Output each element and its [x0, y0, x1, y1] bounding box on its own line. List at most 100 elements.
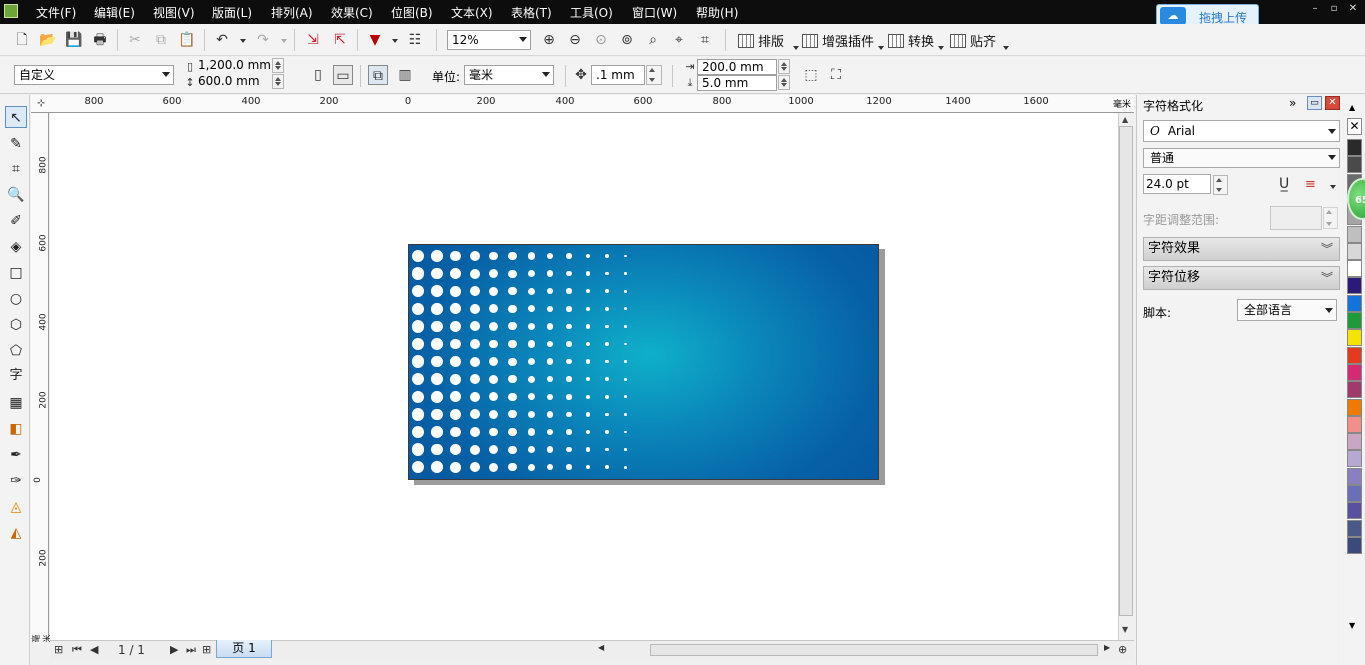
- text-color-icon[interactable]: ≡: [1305, 177, 1316, 192]
- last-page-icon[interactable]: ⏭: [186, 643, 196, 657]
- zoom-selected-icon[interactable]: ⊙: [591, 30, 611, 50]
- zoom-level-select[interactable]: 12%: [447, 30, 531, 50]
- basic-shapes-icon[interactable]: ⬠: [5, 340, 27, 362]
- color-swatch[interactable]: [1347, 381, 1362, 399]
- launcher-dropdown-icon[interactable]: [392, 39, 398, 43]
- undo-icon[interactable]: ↶: [212, 30, 232, 50]
- document-page[interactable]: [408, 244, 879, 480]
- minimize-icon[interactable]: –: [1308, 3, 1322, 15]
- ruler-origin-icon[interactable]: ⊹: [37, 98, 45, 109]
- menu-table[interactable]: 表格(T): [511, 4, 552, 21]
- zoom-all-icon[interactable]: ⊚: [617, 30, 637, 50]
- zoom-page-icon[interactable]: ⌕: [643, 30, 663, 50]
- import-icon[interactable]: ⇲: [303, 30, 323, 50]
- paste-icon[interactable]: 📋: [177, 30, 197, 50]
- table-tool-icon[interactable]: ▦: [5, 392, 27, 414]
- duplicate-y-field[interactable]: 5.0 mm: [697, 75, 777, 91]
- menu-arrange[interactable]: 排列(A): [271, 4, 313, 21]
- freehand-tool-icon[interactable]: ✐: [5, 210, 27, 232]
- color-swatch[interactable]: [1347, 329, 1362, 347]
- fill-tool-icon[interactable]: ◬: [5, 496, 27, 518]
- zoom-tool-icon[interactable]: 🔍: [5, 184, 27, 206]
- underline-icon[interactable]: U̲: [1279, 176, 1289, 192]
- character-shift-section[interactable]: 字符位移 ︾: [1143, 266, 1340, 290]
- docker-close-icon[interactable]: ✕: [1325, 96, 1340, 110]
- scroll-right-icon[interactable]: ▶: [1104, 643, 1110, 652]
- duplicate-x-field[interactable]: 200.0 mm: [697, 59, 777, 75]
- polygon-tool-icon[interactable]: ⬡: [5, 314, 27, 336]
- current-page-icon[interactable]: ▥: [395, 65, 415, 85]
- width-spinner[interactable]: [272, 58, 284, 73]
- close-icon[interactable]: ✕: [1346, 3, 1360, 15]
- color-swatch[interactable]: [1347, 398, 1362, 416]
- text-tool-icon[interactable]: 字: [5, 365, 27, 387]
- unit-select[interactable]: 毫米: [464, 65, 554, 85]
- color-swatch[interactable]: [1347, 242, 1362, 260]
- next-page-icon[interactable]: ▶: [170, 643, 178, 656]
- color-swatch[interactable]: [1347, 536, 1362, 554]
- duplicate-x-spinner[interactable]: [778, 59, 790, 74]
- ellipse-tool-icon[interactable]: ○: [5, 288, 27, 310]
- color-swatch[interactable]: [1347, 519, 1362, 537]
- app-launcher-icon[interactable]: ▼: [365, 30, 385, 50]
- navigator-zoom-icon[interactable]: ⊕: [1118, 643, 1127, 656]
- new-document-icon[interactable]: 🗋: [12, 30, 32, 50]
- font-size-field[interactable]: 24.0 pt: [1143, 174, 1211, 194]
- menu-edit[interactable]: 编辑(E): [94, 4, 135, 21]
- zoom-height-icon[interactable]: ⌗: [695, 30, 715, 50]
- color-swatch[interactable]: [1347, 346, 1362, 364]
- color-swatch[interactable]: [1347, 450, 1362, 468]
- snap-dropdown-icon[interactable]: [1003, 46, 1009, 50]
- color-swatch[interactable]: [1347, 415, 1362, 433]
- kerning-spinner[interactable]: [1323, 207, 1338, 229]
- export-icon[interactable]: ⇱: [330, 30, 350, 50]
- interactive-blend-icon[interactable]: ◧: [5, 418, 27, 440]
- first-page-icon[interactable]: ⏮: [72, 643, 82, 657]
- page-height-field[interactable]: 600.0 mm: [194, 74, 270, 90]
- zoom-width-icon[interactable]: ⌖: [669, 30, 689, 50]
- landscape-icon[interactable]: ▭: [333, 65, 353, 85]
- menu-bitmaps[interactable]: 位图(B): [391, 4, 433, 21]
- no-fill-swatch[interactable]: ✕: [1347, 118, 1362, 135]
- shape-tool-icon[interactable]: ✎: [5, 133, 27, 155]
- zoom-in-icon[interactable]: ⊕: [539, 30, 559, 50]
- pick-tool-icon[interactable]: ↖: [5, 106, 27, 128]
- scroll-left-icon[interactable]: ◀: [598, 643, 604, 652]
- menu-help[interactable]: 帮助(H): [696, 4, 738, 21]
- docker-expand-icon[interactable]: »: [1289, 96, 1296, 110]
- scroll-up-icon[interactable]: ▲: [1122, 115, 1128, 124]
- page-tab[interactable]: 页 1: [216, 640, 272, 658]
- menu-text[interactable]: 文本(X): [451, 4, 493, 21]
- text-color-dropdown-icon[interactable]: [1330, 185, 1336, 189]
- color-swatch[interactable]: [1347, 260, 1362, 278]
- height-spinner[interactable]: [272, 74, 284, 89]
- color-swatch[interactable]: [1347, 156, 1362, 174]
- character-effects-section[interactable]: 字符效果 ︾: [1143, 237, 1340, 261]
- kerning-field[interactable]: [1270, 206, 1322, 230]
- portrait-icon[interactable]: ▯: [308, 65, 328, 85]
- undo-dropdown-icon[interactable]: [240, 39, 246, 43]
- save-icon[interactable]: 💾: [64, 30, 84, 50]
- vertical-ruler[interactable]: 800 600 400 200 0 200 毫米: [31, 113, 52, 643]
- plugin-button[interactable]: 增强插件: [802, 31, 874, 50]
- menu-window[interactable]: 窗口(W): [632, 4, 677, 21]
- menu-tools[interactable]: 工具(O): [570, 4, 613, 21]
- add-page-after-icon[interactable]: ⊞: [202, 643, 211, 656]
- nudge-spinner[interactable]: [646, 65, 662, 85]
- cut-icon[interactable]: ✂: [125, 30, 145, 50]
- smart-fill-icon[interactable]: ◈: [5, 236, 27, 258]
- color-swatch[interactable]: [1347, 433, 1362, 451]
- welcome-screen-icon[interactable]: ☷: [405, 30, 425, 50]
- menu-layout[interactable]: 版面(L): [212, 4, 252, 21]
- menu-file[interactable]: 文件(F): [36, 4, 76, 21]
- menu-view[interactable]: 视图(V): [153, 4, 195, 21]
- treat-as-filled-icon[interactable]: ⬚: [801, 65, 821, 85]
- horizontal-ruler[interactable]: ⊹ 800 600 400 200 0 200 400 600 800 1000…: [31, 95, 1134, 113]
- zoom-out-icon[interactable]: ⊖: [565, 30, 585, 50]
- rectangle-tool-icon[interactable]: □: [5, 262, 27, 284]
- restore-icon[interactable]: ▫: [1327, 3, 1341, 15]
- snap-button[interactable]: 贴齐: [950, 31, 996, 50]
- color-swatch[interactable]: [1347, 502, 1362, 520]
- outline-pen-icon[interactable]: ✑: [5, 470, 27, 492]
- crop-tool-icon[interactable]: ⌗: [5, 158, 27, 180]
